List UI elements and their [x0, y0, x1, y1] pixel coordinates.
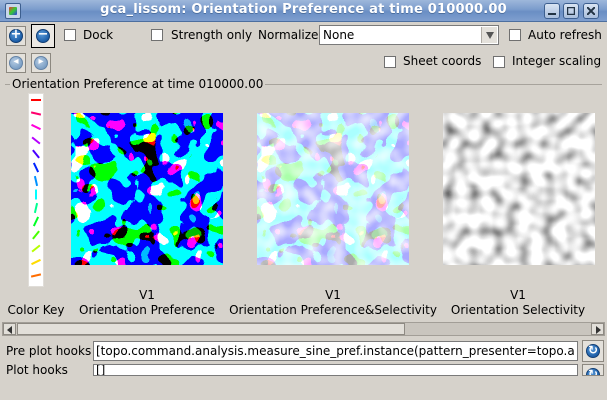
plot-hooks-label: Plot hooks — [6, 363, 68, 377]
strength-only-checkbox[interactable] — [151, 29, 163, 41]
maximize-button[interactable] — [563, 3, 579, 19]
plot-2-caption: V1 Orientation Preference&Selectivity — [227, 288, 439, 318]
integer-scaling-label: Integer scaling — [512, 54, 602, 68]
maximize-icon — [567, 7, 575, 15]
scroll-left-button[interactable] — [3, 323, 16, 335]
orientation-preference-plot[interactable] — [71, 113, 223, 265]
plot-3-sheet: V1 — [510, 288, 526, 302]
color-key-bar — [31, 244, 41, 253]
strength-only-label: Strength only — [171, 28, 253, 42]
dropdown-arrow-icon[interactable] — [481, 27, 497, 43]
plot-2-name: Orientation Preference&Selectivity — [229, 303, 437, 317]
color-key-bar — [31, 258, 41, 266]
refresh-icon: ↻ — [586, 367, 600, 375]
dock-label: Dock — [83, 28, 114, 42]
minimize-icon — [548, 13, 556, 15]
minimize-button[interactable] — [544, 3, 560, 19]
plot-1-name: Orientation Preference — [79, 303, 215, 317]
orientation-preference-selectivity-plot[interactable] — [257, 113, 409, 265]
horizontal-scrollbar[interactable] — [2, 322, 605, 336]
color-key-bar — [30, 111, 42, 116]
color-key-bar — [33, 175, 39, 187]
arrow-right-icon — [596, 326, 601, 334]
orientation-selectivity-plot[interactable] — [443, 113, 595, 265]
color-key-bar — [30, 273, 42, 278]
title-bar[interactable]: gca_lissom: Orientation Preference at ti… — [0, 0, 607, 22]
color-key-bar — [31, 123, 41, 131]
window-title: gca_lissom: Orientation Preference at ti… — [100, 2, 507, 17]
zoom-out-button[interactable]: − — [31, 24, 55, 48]
color-key-bar — [32, 230, 40, 240]
plot-3-name: Orientation Selectivity — [450, 303, 586, 317]
normalize-label: Normalize — [258, 28, 319, 42]
forward-button[interactable]: ▸ — [31, 53, 51, 73]
auto-refresh-checkbox[interactable] — [509, 29, 521, 41]
close-icon — [587, 7, 595, 15]
pre-plot-hooks-label: Pre plot hooks — [6, 344, 92, 358]
back-arrow-icon: ◂ — [9, 56, 23, 70]
plot-1-sheet: V1 — [139, 288, 155, 302]
color-key-bars — [30, 99, 42, 278]
color-key-bar — [32, 216, 40, 227]
plot-3-caption: V1 Orientation Selectivity — [443, 288, 593, 318]
pre-plot-hooks-refresh-button[interactable]: ↻ — [582, 340, 604, 362]
plot-1-caption: V1 Orientation Preference — [57, 288, 237, 318]
forward-arrow-icon: ▸ — [34, 56, 48, 70]
plot-hooks-field[interactable]: [] — [93, 364, 578, 376]
scroll-right-button[interactable] — [591, 323, 604, 335]
color-key-image[interactable] — [28, 93, 44, 287]
color-key-bar — [33, 202, 39, 214]
auto-refresh-label: Auto refresh — [528, 28, 602, 42]
sheet-coords-label: Sheet coords — [403, 54, 482, 68]
pre-plot-hooks-field[interactable]: [topo.command.analysis.measure_sine_pref… — [93, 341, 578, 361]
arrow-left-icon — [7, 326, 12, 334]
close-button[interactable] — [583, 3, 599, 19]
back-button[interactable]: ◂ — [6, 53, 26, 73]
zoom-in-button[interactable]: + — [6, 26, 26, 46]
color-key-bar — [32, 149, 40, 159]
sheet-coords-checkbox[interactable] — [384, 56, 396, 68]
dock-checkbox[interactable] — [64, 29, 76, 41]
plot-2-sheet: V1 — [325, 288, 341, 302]
plus-circle-icon: + — [9, 27, 23, 43]
plot-hooks-refresh-button[interactable]: ↻ — [582, 364, 604, 376]
integer-scaling-checkbox[interactable] — [493, 56, 505, 68]
normalize-select[interactable]: None — [319, 25, 499, 45]
minus-circle-icon: − — [36, 27, 50, 43]
color-key-bar — [32, 162, 40, 173]
normalize-value: None — [323, 28, 355, 42]
color-key-bar — [31, 136, 41, 145]
scrollbar-thumb[interactable] — [17, 323, 405, 335]
refresh-icon: ↻ — [586, 343, 600, 358]
plot-group-label: Orientation Preference at time 010000.00 — [10, 77, 266, 91]
